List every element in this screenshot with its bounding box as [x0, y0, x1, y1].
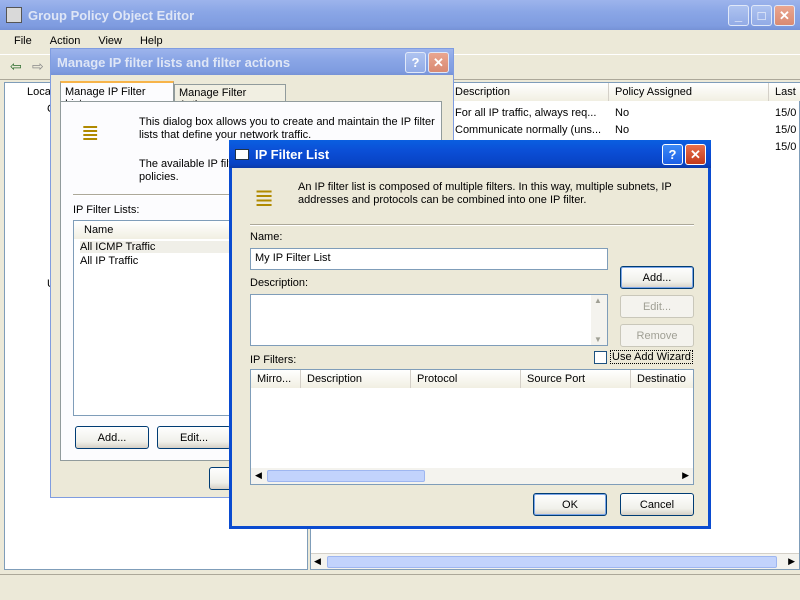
filter-title-bar[interactable]: IP Filter List ? ✕: [229, 140, 711, 168]
tab-manage-ip-filter-lists[interactable]: Manage IP Filter Lists: [60, 81, 174, 110]
manage-intro-text-2a: The available IP filt: [139, 158, 232, 170]
col-mirrored[interactable]: Mirro...: [251, 370, 301, 388]
col-description[interactable]: Description: [301, 370, 411, 388]
menu-file[interactable]: File: [14, 35, 32, 47]
tab-manage-filter-actions[interactable]: Manage Filter Actions: [174, 84, 286, 111]
help-button[interactable]: ?: [405, 52, 426, 73]
filter-list-icon: ≣: [81, 120, 100, 145]
ip-filter-lists-label: IP Filter Lists:: [73, 204, 140, 216]
minimize-icon: _: [734, 8, 743, 23]
tree-root-label[interactable]: Loca: [27, 86, 51, 98]
menu-view[interactable]: View: [98, 35, 122, 47]
filter-dialog: IP Filter List ? ✕ ≣ An IP filter list i…: [229, 140, 711, 529]
col-destination[interactable]: Destinatio: [631, 370, 693, 388]
forward-arrow-icon[interactable]: ⇨: [32, 58, 44, 75]
close-icon: ✕: [779, 7, 790, 23]
ip-filters-label: IP Filters:: [250, 354, 297, 366]
manage-intro-text: This dialog box allows you to create and…: [139, 116, 435, 141]
name-label: Name:: [250, 231, 283, 243]
col-last[interactable]: Last: [769, 83, 800, 101]
maximize-button[interactable]: □: [751, 5, 772, 26]
list-row[interactable]: All IP Traffic: [80, 255, 138, 267]
scroll-right-icon[interactable]: ▶: [788, 556, 795, 567]
list-h-scrollbar[interactable]: ◀ ▶: [311, 553, 799, 569]
col-protocol[interactable]: Protocol: [411, 370, 521, 388]
manage-edit-button[interactable]: Edit...: [157, 426, 231, 449]
use-add-wizard-label: Use Add Wizard: [610, 350, 693, 364]
menu-action[interactable]: Action: [50, 35, 81, 47]
scroll-down-icon[interactable]: ▼: [594, 335, 602, 344]
col-description[interactable]: Description: [449, 83, 609, 101]
list-h-scroll-thumb[interactable]: [327, 556, 777, 568]
separator: [250, 224, 694, 226]
maximize-icon: □: [757, 8, 766, 23]
gpo-app-icon: [6, 7, 22, 23]
main-title-bar[interactable]: Group Policy Object Editor _ □ ✕: [0, 0, 800, 30]
ip-filters-list[interactable]: Mirro... Description Protocol Source Por…: [250, 369, 694, 485]
description-textarea[interactable]: ▲ ▼: [250, 294, 608, 346]
close-button[interactable]: ✕: [774, 5, 795, 26]
filter-list-icon: ≣: [254, 185, 275, 212]
filter-remove-button[interactable]: Remove: [620, 324, 694, 347]
minimize-button[interactable]: _: [728, 5, 749, 26]
close-icon: ✕: [433, 54, 444, 70]
help-icon: ?: [668, 147, 677, 162]
status-bar: [0, 574, 800, 600]
main-title: Group Policy Object Editor: [28, 7, 195, 23]
list-row[interactable]: Communicate normally (uns... No 15/0: [455, 124, 796, 136]
checkbox-box[interactable]: [594, 350, 607, 364]
manage-title: Manage IP filter lists and filter action…: [57, 54, 291, 70]
filter-edit-button[interactable]: Edit...: [620, 295, 694, 318]
help-button[interactable]: ?: [662, 144, 683, 165]
window-icon: [235, 148, 249, 160]
close-button[interactable]: ✕: [685, 144, 706, 165]
col-policy-assigned[interactable]: Policy Assigned: [609, 83, 769, 101]
back-arrow-icon[interactable]: ⇦: [10, 58, 22, 75]
scroll-left-icon[interactable]: ◀: [255, 470, 262, 481]
close-icon: ✕: [690, 146, 701, 162]
filter-title: IP Filter List: [255, 146, 330, 162]
manage-title-bar[interactable]: Manage IP filter lists and filter action…: [51, 49, 453, 75]
manage-add-button[interactable]: Add...: [75, 426, 149, 449]
ok-button[interactable]: OK: [533, 493, 607, 516]
manage-intro-text-2b: policies.: [139, 171, 179, 183]
scroll-right-icon[interactable]: ▶: [682, 470, 689, 481]
description-label: Description:: [250, 277, 309, 289]
cancel-button[interactable]: Cancel: [620, 493, 694, 516]
help-icon: ?: [411, 55, 420, 70]
scroll-up-icon[interactable]: ▲: [594, 296, 602, 305]
name-input[interactable]: My IP Filter List: [250, 248, 608, 270]
filter-add-button[interactable]: Add...: [620, 266, 694, 289]
description-v-scrollbar[interactable]: ▲ ▼: [591, 295, 607, 345]
scroll-left-icon[interactable]: ◀: [314, 556, 321, 567]
col-source-port[interactable]: Source Port: [521, 370, 631, 388]
filters-h-scrollbar[interactable]: ◀ ▶: [251, 468, 693, 484]
close-button[interactable]: ✕: [428, 52, 449, 73]
list-row[interactable]: For all IP traffic, always req... No 15/…: [455, 107, 796, 119]
filters-h-scroll-thumb[interactable]: [267, 470, 425, 482]
use-add-wizard-checkbox[interactable]: Use Add Wizard: [594, 350, 693, 364]
filter-intro-text: An IP filter list is composed of multipl…: [298, 181, 672, 206]
menu-help[interactable]: Help: [140, 35, 163, 47]
